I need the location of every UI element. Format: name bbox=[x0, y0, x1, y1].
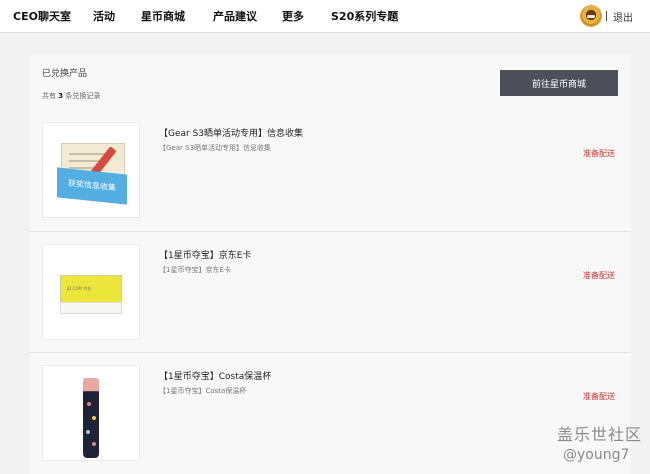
nav-ceo-chat[interactable]: CEO聊天室 bbox=[13, 8, 71, 24]
watermark-handle: @young7 bbox=[563, 447, 630, 463]
product-title[interactable]: 【1星币夺宝】京东E卡 bbox=[159, 248, 251, 261]
product-image-info-collection[interactable]: 获奖信息收集 bbox=[42, 122, 140, 218]
flower-pattern bbox=[87, 402, 91, 406]
nav-star-mall[interactable]: 星币商城 bbox=[141, 8, 185, 24]
flower-pattern bbox=[92, 442, 96, 446]
delivery-status: 准备配送 bbox=[583, 271, 615, 280]
top-navigation: CEO聊天室 活动 星币商城 产品建议 更多 S20系列专题 退出 bbox=[0, 0, 650, 33]
flower-pattern bbox=[92, 416, 96, 420]
order-item: 【1星币夺宝】Costa保温杯 【1星币夺宝】Costa保温杯 准备配送 bbox=[30, 352, 631, 473]
product-image-costa-cup[interactable] bbox=[42, 365, 140, 461]
section-title: 已兑换产品 bbox=[42, 69, 88, 79]
go-to-star-mall-button[interactable]: 前往星币商城 bbox=[500, 70, 618, 96]
product-subtitle: 【1星币夺宝】Costa保温杯 bbox=[159, 387, 247, 395]
order-item: 获奖信息收集 【Gear S3晒单活动专用】信息收集 【Gear S3晒单活动专… bbox=[30, 110, 631, 230]
card-brand: JD.COM 京东 bbox=[67, 286, 92, 291]
flower-pattern bbox=[86, 430, 90, 434]
nav-activities[interactable]: 活动 bbox=[93, 8, 115, 24]
record-count-suffix: 条兑换记录 bbox=[65, 92, 101, 100]
product-title[interactable]: 【Gear S3晒单活动专用】信息收集 bbox=[159, 126, 303, 139]
nav-more[interactable]: 更多 bbox=[282, 8, 304, 24]
nav-divider bbox=[606, 11, 607, 21]
delivery-status: 准备配送 bbox=[583, 149, 615, 158]
order-item: JD.COM 京东 【1星币夺宝】京东E卡 【1星币夺宝】京东E卡 准备配送 bbox=[30, 231, 631, 352]
product-subtitle: 【1星币夺宝】京东E卡 bbox=[159, 266, 231, 274]
gift-card-back bbox=[60, 302, 122, 314]
thermos-cup-image bbox=[83, 378, 99, 458]
product-image-jd-card[interactable]: JD.COM 京东 bbox=[42, 244, 140, 340]
record-count-prefix: 共有 bbox=[42, 92, 56, 100]
delivery-status: 准备配送 bbox=[583, 392, 615, 401]
product-subtitle: 【Gear S3晒单活动专用】信息收集 bbox=[159, 144, 272, 152]
redeemed-products-panel: 已兑换产品 共有 3 条兑换记录 前往星币商城 获奖信息收集 【Gear S3晒… bbox=[30, 55, 631, 474]
info-box: 获奖信息收集 bbox=[57, 167, 127, 205]
record-count: 共有 3 条兑换记录 bbox=[42, 91, 100, 101]
avatar[interactable] bbox=[581, 6, 601, 26]
product-title[interactable]: 【1星币夺宝】Costa保温杯 bbox=[159, 369, 271, 382]
nav-s20-series[interactable]: S20系列专题 bbox=[331, 8, 398, 24]
nav-product-suggestions[interactable]: 产品建议 bbox=[213, 8, 257, 24]
watermark-title: 盖乐世社区 bbox=[557, 425, 643, 444]
record-count-number: 3 bbox=[58, 92, 64, 100]
logout-link[interactable]: 退出 bbox=[613, 9, 633, 24]
